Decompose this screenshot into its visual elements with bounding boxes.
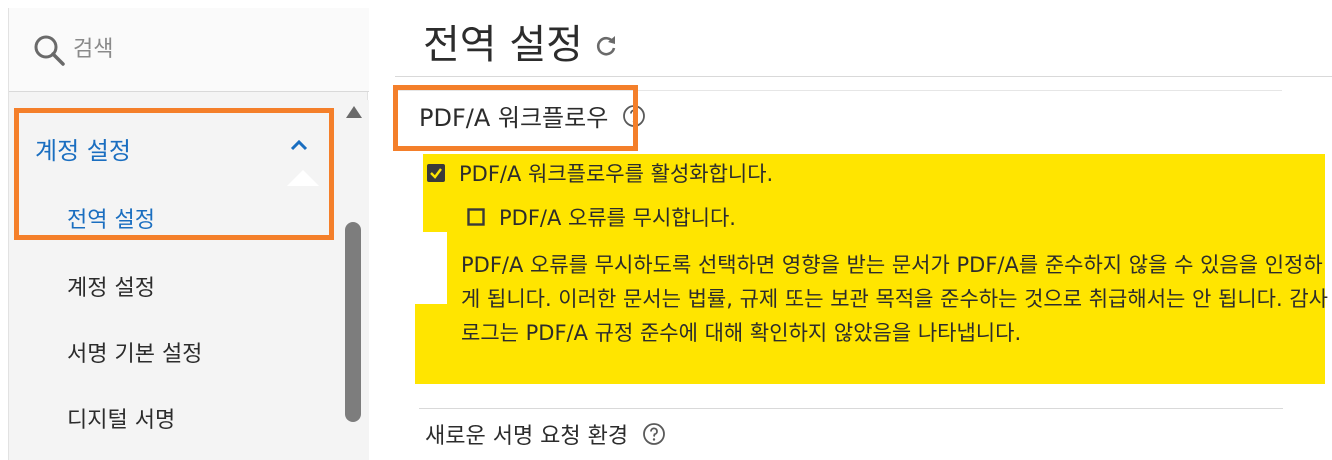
sidebar-nav: 계정 설정 전역 설정 계정 설정 서명 기본 설정 디지털 서명 — [9, 100, 369, 460]
sidebar-group-label: 계정 설정 — [35, 136, 131, 165]
sidebar-item-label: 디지털 서명 — [67, 408, 176, 433]
section-divider-2 — [419, 408, 1283, 409]
sidebar-scrollbar[interactable] — [339, 100, 369, 460]
help-icon[interactable] — [642, 422, 666, 446]
page-title: 전역 설정 — [423, 22, 583, 68]
sidebar-item-label: 전역 설정 — [67, 208, 155, 233]
ignore-pdfa-errors-checkbox-row[interactable]: PDF/A 오류를 무시합니다. — [467, 202, 736, 232]
scroll-up-arrow[interactable] — [346, 106, 362, 118]
checkbox-empty-icon[interactable] — [467, 208, 485, 226]
sidebar-item-digital-signature[interactable]: 디지털 서명 — [9, 388, 339, 448]
active-pointer-notch — [287, 170, 319, 186]
enable-pdfa-checkbox-row[interactable]: PDF/A 워크플로우를 활성화합니다. — [427, 158, 773, 188]
enable-pdfa-label: PDF/A 워크플로우를 활성화합니다. — [459, 162, 774, 186]
sidebar-item-signature-preferences[interactable]: 서명 기본 설정 — [9, 322, 339, 382]
new-signature-section-heading: 새로운 서명 요청 환경 — [425, 418, 666, 450]
app-root: 계정 설정 전역 설정 계정 설정 서명 기본 설정 디지털 서명 — [0, 0, 1332, 460]
pdfa-description: PDF/A 오류를 무시하도록 선택하면 영향을 받는 문서가 PDF/A를 준… — [461, 253, 1328, 345]
pdfa-section-heading: PDF/A 워크플로우 — [419, 98, 646, 133]
title-row: 전역 설정 — [423, 12, 619, 70]
section-divider — [395, 90, 1282, 91]
main-content: 전역 설정 PDF/A 워크플로우 PDF/A 워크플로우를 활성화합니다. P… — [395, 0, 1332, 460]
scroll-thumb[interactable] — [345, 222, 361, 422]
help-icon[interactable] — [622, 104, 646, 128]
sidebar-item-label: 서명 기본 설정 — [67, 342, 203, 367]
pdfa-heading-text: PDF/A 워크플로우 — [419, 104, 609, 132]
sidebar-item-account-settings[interactable]: 계정 설정 — [9, 256, 339, 316]
search-box[interactable] — [9, 8, 369, 92]
sidebar-item-global-settings[interactable]: 전역 설정 — [9, 188, 339, 248]
search-icon — [34, 35, 65, 66]
checkbox-checked-icon[interactable] — [427, 164, 445, 182]
new-signature-heading-text: 새로운 서명 요청 환경 — [425, 424, 629, 449]
title-divider — [395, 76, 1332, 77]
sidebar-item-label: 계정 설정 — [67, 276, 155, 301]
sidebar: 계정 설정 전역 설정 계정 설정 서명 기본 설정 디지털 서명 — [8, 8, 369, 460]
refresh-icon[interactable] — [593, 33, 619, 59]
search-input[interactable] — [73, 37, 313, 62]
ignore-pdfa-errors-label: PDF/A 오류를 무시합니다. — [499, 206, 736, 230]
chevron-up-icon[interactable] — [289, 138, 309, 152]
